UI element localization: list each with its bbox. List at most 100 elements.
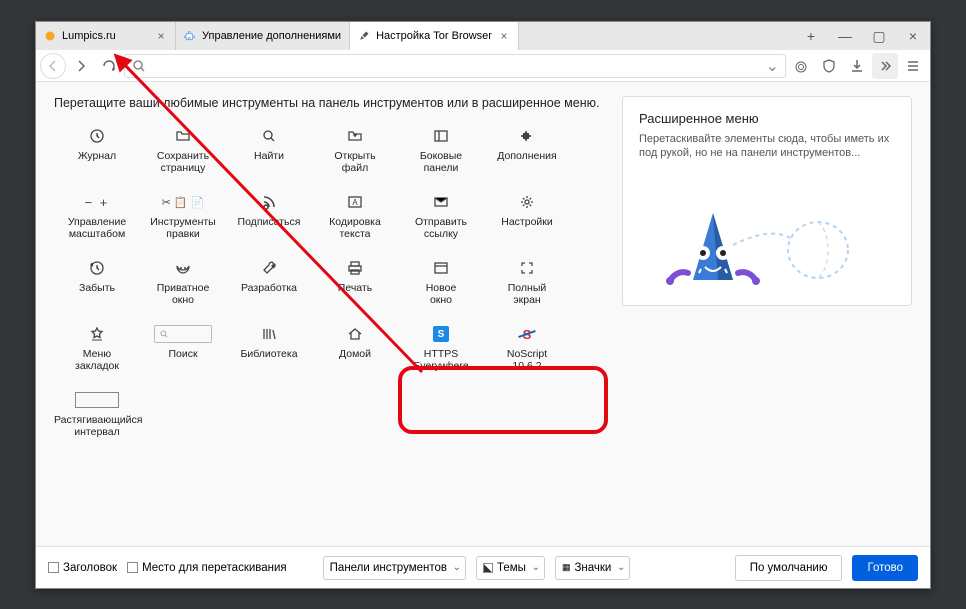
extended-menu-panel[interactable]: Расширенное меню Перетаскивайте элементы… [622, 96, 912, 306]
nav-bar: ⌄ [36, 50, 930, 82]
tool-label: Растягивающийсяинтервал [54, 414, 140, 438]
tab-label: Lumpics.ru [62, 30, 116, 42]
tool-label: Приватноеокно [140, 282, 226, 306]
done-button[interactable]: Готово [852, 555, 918, 581]
toolbars-dropdown[interactable]: Панели инструментов [323, 556, 466, 580]
back-button[interactable] [40, 53, 66, 79]
tool-mail[interactable]: Отправитьссылку [398, 186, 484, 252]
url-bar[interactable]: ⌄ [124, 54, 786, 78]
https-icon: S [398, 324, 484, 344]
ext-menu-title: Расширенное меню [639, 111, 895, 126]
dragspace-checkbox[interactable]: Место для перетаскивания [127, 562, 287, 574]
searchbox-icon [140, 324, 226, 344]
tool-puzzle[interactable]: Дополнения [484, 120, 570, 186]
maximize-button[interactable]: ▢ [862, 22, 896, 50]
close-icon[interactable]: × [498, 30, 510, 42]
titlebar-checkbox[interactable]: Заголовок [48, 562, 117, 574]
tool-https[interactable]: SHTTPSEverywhere [398, 318, 484, 384]
tool-edit[interactable]: ✂ 📋 📄 Инструментыправки [140, 186, 226, 252]
rss-icon [226, 192, 312, 212]
tool-searchbox[interactable]: Поиск [140, 318, 226, 384]
close-button[interactable]: × [896, 22, 930, 50]
tool-search[interactable]: Найти [226, 120, 312, 186]
tool-wrench[interactable]: Разработка [226, 252, 312, 318]
tool-label: Открытьфайл [312, 150, 398, 174]
tool-label: Менюзакладок [54, 348, 140, 372]
tool-label: Библиотека [226, 348, 312, 360]
tool-rss[interactable]: Подписаться [226, 186, 312, 252]
edit-icon: ✂ 📋 📄 [140, 192, 226, 212]
density-dropdown[interactable]: ▦Значки [555, 556, 630, 580]
ext-menu-desc: Перетаскивайте элементы сюда, чтобы имет… [639, 132, 895, 161]
forward-button[interactable] [68, 53, 94, 79]
tool-label: NoScript10.6.2 [484, 348, 570, 372]
search-icon [226, 126, 312, 146]
new-tab-button[interactable]: + [794, 22, 828, 50]
wrench-icon [226, 258, 312, 278]
brush-icon [358, 30, 370, 42]
tab-addons[interactable]: Управление дополнениями [176, 22, 350, 50]
tool-forget[interactable]: Забыть [54, 252, 140, 318]
tool-mask[interactable]: Приватноеокно [140, 252, 226, 318]
mail-icon [398, 192, 484, 212]
tool-spacer[interactable]: Растягивающийсяинтервал [54, 384, 140, 450]
shield-button[interactable] [816, 53, 842, 79]
puzzle-icon [484, 126, 570, 146]
tool-label: Сохранитьстраницу [140, 150, 226, 174]
folder-icon [140, 126, 226, 146]
monster-illustration [623, 195, 913, 295]
download-button[interactable] [844, 53, 870, 79]
tool-zoom[interactable]: − + Управлениемасштабом [54, 186, 140, 252]
zoom-icon: − + [54, 192, 140, 212]
tool-window[interactable]: Новоеокно [398, 252, 484, 318]
defaults-button[interactable]: По умолчанию [735, 555, 843, 581]
tab-label: Управление дополнениями [202, 30, 341, 42]
tab-customize[interactable]: Настройка Tor Browser × [350, 22, 519, 50]
tool-label: Забыть [54, 282, 140, 294]
tool-label: Инструментыправки [140, 216, 226, 240]
tool-label: Поиск [140, 348, 226, 360]
encoding-icon: A [312, 192, 398, 212]
tool-library[interactable]: Библиотека [226, 318, 312, 384]
minimize-button[interactable]: — [828, 22, 862, 50]
customize-panel: Перетащите ваши любимые инструменты на п… [36, 82, 930, 546]
overflow-button[interactable] [872, 53, 898, 79]
tool-label: Новоеокно [398, 282, 484, 306]
onion-button[interactable] [788, 53, 814, 79]
tool-label: Управлениемасштабом [54, 216, 140, 240]
themes-dropdown[interactable]: Темы [476, 556, 545, 580]
tool-home[interactable]: Домой [312, 318, 398, 384]
tool-label: Журнал [54, 150, 140, 162]
tool-label: Отправитьссылку [398, 216, 484, 240]
tab-lumpics[interactable]: Lumpics.ru × [36, 22, 176, 50]
tool-label: Кодировкатекста [312, 216, 398, 240]
tool-folder[interactable]: Сохранитьстраницу [140, 120, 226, 186]
tool-noscript[interactable]: S NoScript10.6.2 [484, 318, 570, 384]
tool-gear[interactable]: Настройки [484, 186, 570, 252]
tool-fullscreen[interactable]: Полныйэкран [484, 252, 570, 318]
tool-openfile[interactable]: Открытьфайл [312, 120, 398, 186]
tool-bookmarks[interactable]: Менюзакладок [54, 318, 140, 384]
noscript-icon: S [484, 324, 570, 344]
close-icon[interactable]: × [155, 30, 167, 42]
reload-button[interactable] [96, 53, 122, 79]
tool-encoding[interactable]: A Кодировкатекста [312, 186, 398, 252]
tool-label: Подписаться [226, 216, 312, 228]
footer-bar: Заголовок Место для перетаскивания Панел… [36, 546, 930, 588]
tool-history[interactable]: Журнал [54, 120, 140, 186]
fullscreen-icon [484, 258, 570, 278]
tool-label: Найти [226, 150, 312, 162]
tool-print[interactable]: Печать [312, 252, 398, 318]
tab-bar: Lumpics.ru × Управление дополнениями Нас… [36, 22, 930, 50]
mask-icon [140, 258, 226, 278]
tool-label: Домой [312, 348, 398, 360]
gear-icon [484, 192, 570, 212]
print-icon [312, 258, 398, 278]
puzzle-icon [184, 30, 196, 42]
tool-sidebar[interactable]: Боковыепанели [398, 120, 484, 186]
tool-label: Настройки [484, 216, 570, 228]
search-icon [131, 58, 147, 74]
menu-button[interactable] [900, 53, 926, 79]
home-icon [312, 324, 398, 344]
chevron-down-icon[interactable]: ⌄ [766, 56, 779, 76]
